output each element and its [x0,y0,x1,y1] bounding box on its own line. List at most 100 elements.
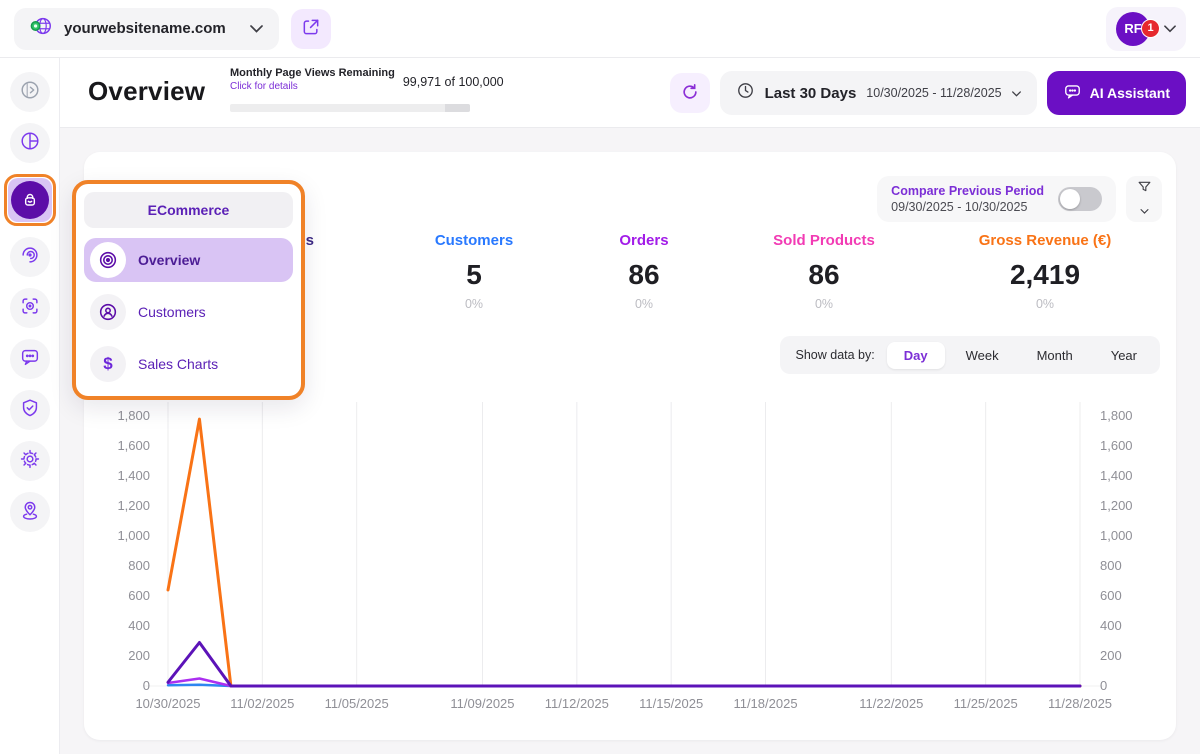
flyout-item-sales-charts[interactable]: $ Sales Charts [84,342,293,386]
pageviews-label: Monthly Page Views Remaining [230,67,395,81]
metric-gross-revenue: Gross Revenue (€) 2,419 0% [914,232,1176,311]
expand-arrow-icon [19,79,41,106]
refresh-icon [680,82,700,105]
svg-text:800: 800 [1100,558,1122,573]
range-label: Last 30 Days [765,85,857,102]
svg-text:200: 200 [1100,648,1122,663]
external-link-icon [301,17,321,40]
svg-text:400: 400 [128,618,150,633]
map-pin-icon [19,499,41,526]
spiral-icon [19,244,41,271]
chevron-down-icon [1012,84,1021,102]
ai-chat-icon [1063,82,1082,104]
date-range-selector[interactable]: Last 30 Days 10/30/2025 - 11/28/2025 [720,71,1037,115]
pageviews-progress-used [445,104,470,112]
svg-text:11/05/2025: 11/05/2025 [325,696,389,711]
ai-assistant-button[interactable]: AI Assistant [1047,71,1186,115]
sidebar-item-behavior[interactable] [10,237,50,277]
show-data-by-label: Show data by: [796,348,875,362]
flyout-title: ECommerce [84,192,293,228]
svg-text:11/18/2025: 11/18/2025 [733,696,797,711]
show-data-by-month[interactable]: Month [1020,342,1090,369]
svg-text:11/25/2025: 11/25/2025 [954,696,1018,711]
sidebar-item-privacy[interactable] [10,390,50,430]
compare-label: Compare Previous Period [891,184,1044,198]
show-data-by-year[interactable]: Year [1094,342,1154,369]
funnel-icon [1136,179,1153,200]
sidebar [0,58,60,754]
metric-value: 86 [734,259,914,291]
compare-dates: 09/30/2025 - 10/30/2025 [891,200,1044,214]
metric-value: 5 [394,259,554,291]
svg-text:1,400: 1,400 [1100,468,1133,483]
open-website-button[interactable] [291,9,331,49]
avatar: RF 1 [1116,11,1156,47]
sidebar-item-dashboard[interactable] [10,123,50,163]
clock-icon [736,81,755,105]
metric-value: 86 [554,259,734,291]
svg-text:1,200: 1,200 [1100,498,1133,513]
metric-delta: 0% [394,297,554,311]
svg-text:1,600: 1,600 [1100,438,1133,453]
svg-text:1,000: 1,000 [117,528,150,543]
svg-text:1,400: 1,400 [117,468,150,483]
sidebar-item-location[interactable] [10,492,50,532]
metric-delta: 0% [914,297,1176,311]
metric-label: Orders [554,232,734,249]
show-data-by-day[interactable]: Day [887,342,945,369]
flyout-item-label: Sales Charts [138,356,218,372]
ai-assistant-label: AI Assistant [1090,85,1170,101]
flyout-item-customers[interactable]: Customers [84,290,293,334]
metric-customers: Customers 5 0% [394,232,554,311]
chevron-down-icon [250,20,263,38]
range-dates: 10/30/2025 - 11/28/2025 [866,86,1001,100]
shield-check-icon [19,397,41,424]
svg-text:1,200: 1,200 [117,498,150,513]
customer-icon [90,294,126,330]
chat-bubble-icon [19,346,41,373]
chevron-down-icon [1164,20,1176,38]
svg-text:11/02/2025: 11/02/2025 [230,696,294,711]
topbar: yourwebsitename.com RF 1 [0,0,1200,58]
compare-toggle[interactable] [1058,187,1102,211]
sidebar-item-ecommerce[interactable] [8,178,52,222]
svg-text:200: 200 [128,648,150,663]
svg-text:0: 0 [1100,678,1107,693]
show-data-by-week[interactable]: Week [949,342,1016,369]
sidebar-item-tracking[interactable] [10,288,50,328]
svg-text:1,000: 1,000 [1100,528,1133,543]
gear-icon [19,448,41,475]
svg-text:11/09/2025: 11/09/2025 [450,696,514,711]
website-selector[interactable]: yourwebsitename.com [14,8,279,50]
sidebar-item-feedback[interactable] [10,339,50,379]
show-data-by-control: Show data by: Day Week Month Year [780,336,1161,374]
pageviews-details-link[interactable]: Click for details [230,81,395,92]
focus-target-icon [19,295,41,322]
sidebar-item-settings[interactable] [10,441,50,481]
chevron-down-icon [1140,201,1149,219]
metric-orders: Orders 86 0% [554,232,734,311]
svg-text:11/28/2025: 11/28/2025 [1048,696,1112,711]
website-globe-icon [30,15,54,42]
account-menu[interactable]: RF 1 [1106,7,1186,51]
refresh-button[interactable] [670,73,710,113]
flyout-item-label: Customers [138,304,206,320]
concentric-circles-icon [90,242,126,278]
metric-delta: 0% [734,297,914,311]
pageviews-progress-bar [230,104,470,112]
sidebar-expand-button[interactable] [10,72,50,112]
sidebar-highlight-annotation [4,174,56,226]
pageviews-remaining: Monthly Page Views Remaining Click for d… [230,67,504,92]
pie-chart-icon [19,130,41,157]
svg-text:1,800: 1,800 [1100,408,1133,423]
website-name: yourwebsitename.com [64,20,226,37]
svg-text:1,600: 1,600 [117,438,150,453]
svg-text:0: 0 [143,678,150,693]
app-root: yourwebsitename.com RF 1 [0,0,1200,754]
flyout-item-overview[interactable]: Overview [84,238,293,282]
svg-text:400: 400 [1100,618,1122,633]
filter-button[interactable] [1126,176,1162,222]
page-title: Overview [88,76,205,107]
flyout-item-label: Overview [138,252,200,268]
sales-line-chart[interactable]: 002002004004006006008008001,0001,0001,20… [84,390,1176,730]
